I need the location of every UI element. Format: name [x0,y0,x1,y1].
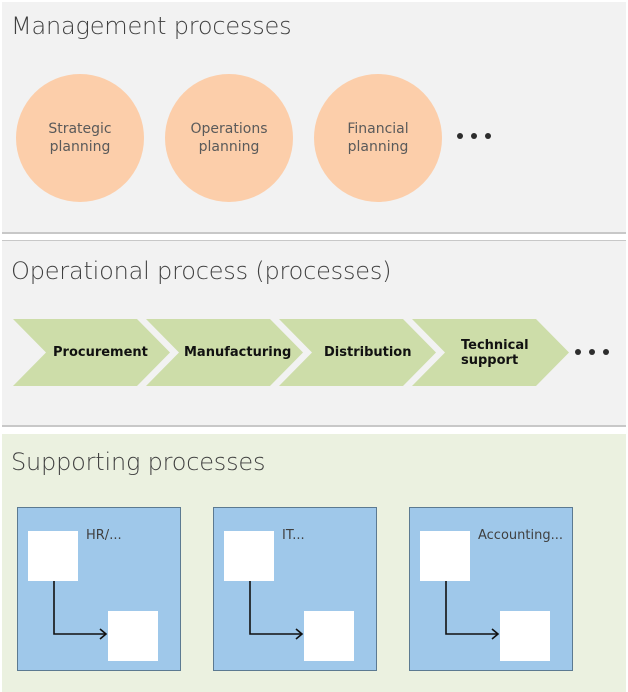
section-title: Supporting processes [11,448,266,476]
ellipsis-icon [457,133,491,139]
process-label: Operations planning [190,121,268,155]
process-label: Financial planning [347,121,409,155]
process-circle-operations-planning: Operations planning [165,74,293,202]
sub-process-box [304,611,354,661]
sub-process-box [224,531,274,581]
sub-process-box [108,611,158,661]
process-circle-strategic-planning: Strategic planning [16,74,144,202]
step-label: Procurement [53,345,148,360]
step-label: Technical support [461,337,529,368]
ellipsis-icon [575,349,609,355]
sub-process-box [28,531,78,581]
step-label: Manufacturing [184,345,292,360]
section-title: Operational process (processes) [11,257,392,285]
process-circle-financial-planning: Financial planning [314,74,442,202]
supporting-processes-section: Supporting processes HR/... IT... Accoun… [2,434,626,692]
section-title: Management processes [11,12,292,40]
supporting-process-it: IT... [213,507,377,671]
supporting-label: HR/... [86,528,122,543]
sub-process-box [420,531,470,581]
management-processes-section: Management processes Strategic planning … [2,2,626,234]
process-step-technical-support: Technical support [412,319,569,386]
process-label: Strategic planning [48,121,112,155]
supporting-label: IT... [282,528,305,543]
step-label: Distribution [324,345,412,360]
operational-process-section: Operational process (processes) Procurem… [2,240,626,427]
supporting-label: Accounting... [478,528,563,543]
supporting-process-hr: HR/... [17,507,181,671]
supporting-process-accounting: Accounting... [409,507,573,671]
sub-process-box [500,611,550,661]
